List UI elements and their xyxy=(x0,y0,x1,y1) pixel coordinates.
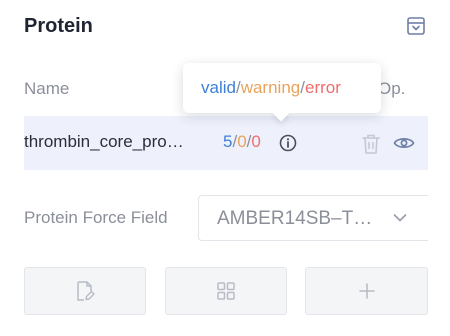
tooltip-valid-label: valid xyxy=(201,78,236,97)
edit-file-icon xyxy=(77,281,95,301)
add-button[interactable] xyxy=(305,267,428,315)
force-field-value: AMBER14SB–T… xyxy=(217,208,373,229)
tooltip-error-label: error xyxy=(304,78,341,97)
plus-icon xyxy=(358,283,375,299)
collapse-panel-button[interactable] xyxy=(404,14,428,38)
protein-name: thrombin_core_pro… xyxy=(24,132,184,151)
panel-title: Protein xyxy=(24,15,93,37)
validation-tooltip: valid/warning/error xyxy=(183,63,381,122)
chevron-down-icon xyxy=(393,214,407,222)
trash-icon[interactable] xyxy=(361,133,381,155)
grid-icon xyxy=(217,282,235,300)
protein-panel: Protein Name Op. thrombin_core_pro… 5/0/… xyxy=(0,0,450,336)
force-field-select[interactable]: AMBER14SB–T… xyxy=(198,195,428,241)
collapse-panel-icon xyxy=(407,17,425,35)
grid-view-button[interactable] xyxy=(165,267,287,315)
column-header-name: Name xyxy=(24,79,70,98)
info-icon[interactable] xyxy=(279,134,297,152)
force-field-label: Protein Force Field xyxy=(24,208,168,227)
edit-file-button[interactable] xyxy=(24,267,146,315)
warning-count: 0 xyxy=(237,132,247,151)
tooltip-warning-label: warning xyxy=(240,78,301,97)
validation-counts: 5/0/0 xyxy=(223,132,261,152)
error-count: 0 xyxy=(251,132,261,151)
table-row[interactable]: thrombin_core_pro… 5/0/0 xyxy=(24,116,428,170)
column-header-op: Op. xyxy=(378,79,406,98)
tooltip-legend: valid/warning/error xyxy=(201,78,341,98)
eye-icon[interactable] xyxy=(393,134,415,152)
